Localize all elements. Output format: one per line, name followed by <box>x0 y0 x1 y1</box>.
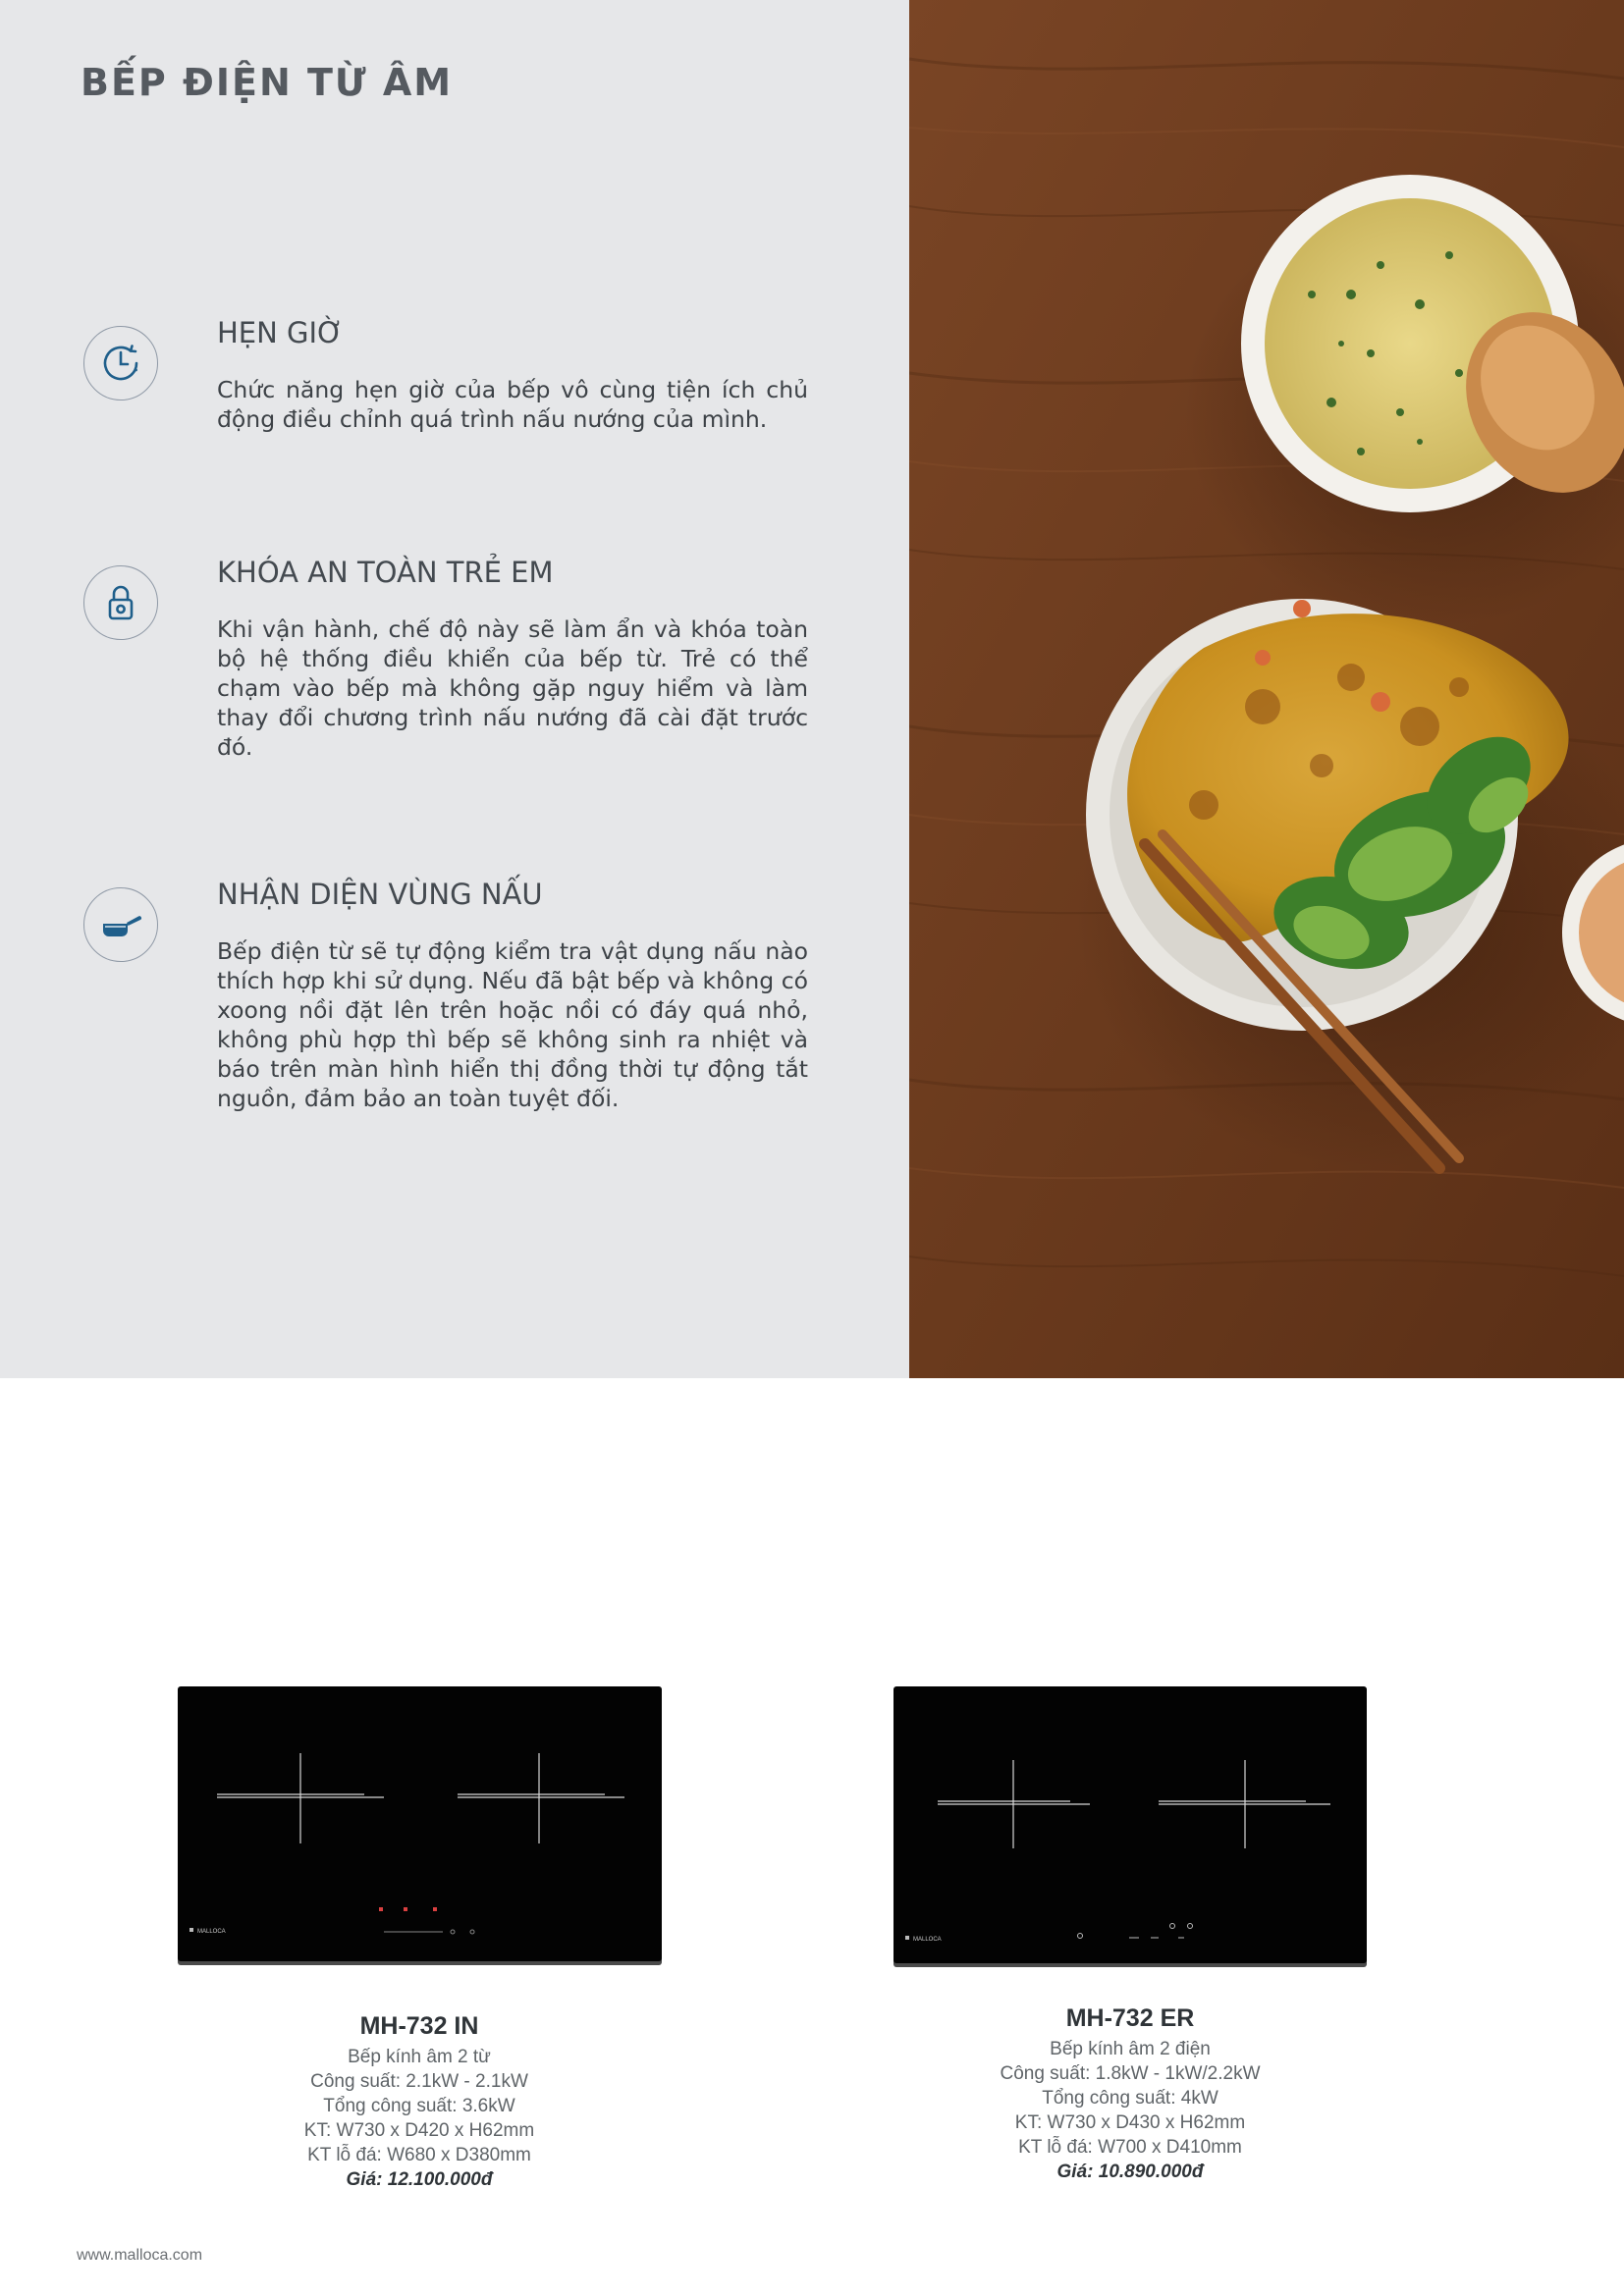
product-total-power: Tổng công suất: 4kW <box>1042 2088 1218 2109</box>
product-model: MH-732 ER <box>1065 2004 1195 2032</box>
features-panel: BẾP ĐIỆN TỪ ÂM HẸN GIỜ Chức năng hẹn giờ… <box>0 0 909 1378</box>
product-card-mh-732-in: MH-732 IN Bếp kính âm 2 từ Công suất: 2.… <box>257 2012 581 2192</box>
product-cutout: KT lỗ đá: W680 x D380mm <box>307 2145 531 2165</box>
product-type: Bếp kính âm 2 điện <box>1050 2039 1211 2059</box>
saucepan-icon <box>83 887 158 962</box>
product-type: Bếp kính âm 2 từ <box>348 2047 491 2067</box>
cooktop-image-mh-732-er: MALLOCA <box>893 1686 1367 1963</box>
product-total-power: Tổng công suất: 3.6kW <box>323 2096 515 2116</box>
cooktop-image-mh-732-in: MALLOCA <box>178 1686 662 1961</box>
feature-title: NHẬN DIỆN VÙNG NẤU <box>217 878 543 911</box>
feature-description: Bếp điện từ sẽ tự động kiểm tra vật dụng… <box>217 937 808 1112</box>
feature-description: Khi vận hành, chế độ này sẽ làm ẩn và kh… <box>217 615 808 761</box>
product-power: Công suất: 1.8kW - 1kW/2.2kW <box>1000 2063 1261 2084</box>
feature-description: Chức năng hẹn giờ của bếp vô cùng tiện í… <box>217 376 808 433</box>
product-card-mh-732-er: MH-732 ER Bếp kính âm 2 điện Công suất: … <box>968 2004 1292 2184</box>
product-power: Công suất: 2.1kW - 2.1kW <box>310 2071 528 2092</box>
page-title: BẾP ĐIỆN TỪ ÂM <box>81 61 454 104</box>
product-cutout: KT lỗ đá: W700 x D410mm <box>1018 2137 1242 2158</box>
feature-title: HẸN GIỜ <box>217 316 344 349</box>
product-size: KT: W730 x D430 x H62mm <box>1014 2112 1246 2133</box>
timer-icon <box>83 326 158 400</box>
lock-icon <box>83 565 158 640</box>
product-model: MH-732 IN <box>359 2012 479 2040</box>
food-photo <box>909 0 1624 1378</box>
product-price: Giá: 10.890.000đ <box>1056 2162 1204 2182</box>
product-size: KT: W730 x D420 x H62mm <box>303 2120 535 2141</box>
feature-title: KHÓA AN TOÀN TRẺ EM <box>217 556 554 589</box>
brand-logo: MALLOCA <box>913 1937 942 1943</box>
brand-logo: MALLOCA <box>197 1929 226 1935</box>
product-price: Giá: 12.100.000đ <box>346 2169 493 2190</box>
footer-website-link[interactable]: www.malloca.com <box>77 2247 202 2265</box>
